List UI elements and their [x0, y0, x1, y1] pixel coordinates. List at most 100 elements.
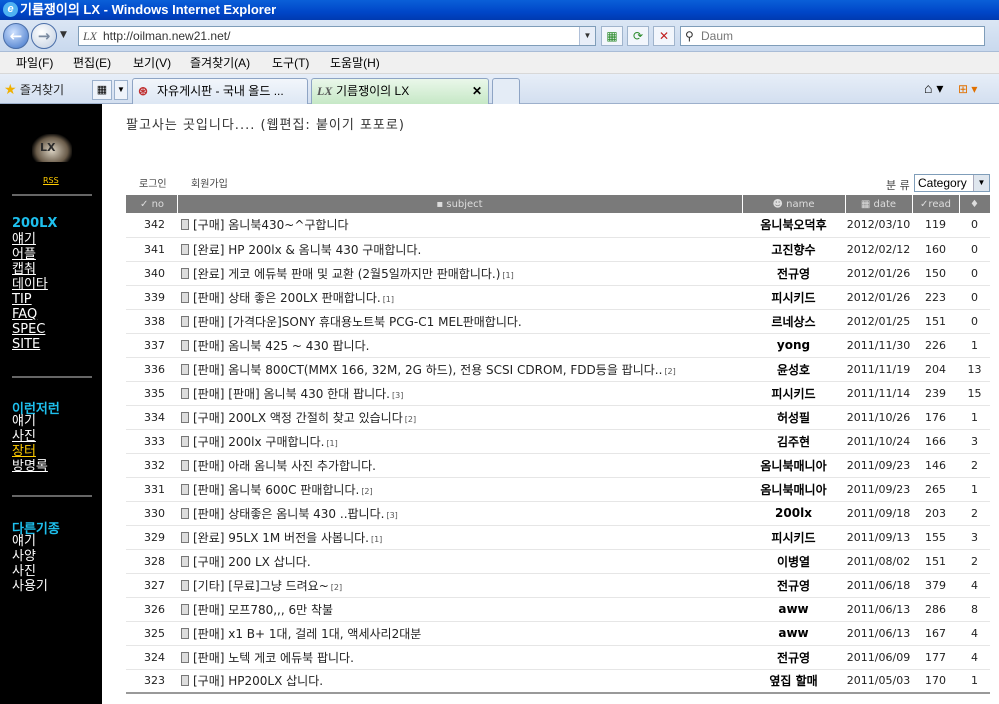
post-author[interactable]: 피시키드	[742, 525, 845, 550]
post-subject-link[interactable]: [구매] HP200LX 삽니다.	[193, 674, 323, 688]
category-select[interactable]: Category ▼	[914, 174, 990, 192]
menu-help[interactable]: 도움말(H)	[330, 52, 380, 74]
post-subject-link[interactable]: [판매] 옴니북 600C 판매합니다.	[193, 483, 359, 497]
tab-free-board[interactable]: ⊛ 자유게시판 - 국내 올드 ...	[132, 78, 308, 104]
post-author[interactable]: 전규영	[742, 573, 845, 598]
column-header-vote[interactable]: ♦	[959, 195, 991, 213]
sidebar-item-talk[interactable]: 얘기	[12, 534, 36, 549]
post-subject-link[interactable]: [구매] 옴니북430~^구합니다	[193, 218, 349, 232]
post-subject-link[interactable]: [구매] 200lx 구매합니다.	[193, 435, 324, 449]
post-author[interactable]: 김주현	[742, 429, 845, 454]
post-read-count: 160	[912, 237, 959, 262]
recent-pages-dropdown-icon[interactable]: ▼	[60, 30, 67, 40]
stop-icon[interactable]: ✕	[653, 26, 675, 46]
post-subject-link[interactable]: [판매] 모프780,,, 6만 착불	[193, 603, 333, 617]
search-input[interactable]: ⚲ Daum	[680, 26, 985, 46]
menu-favorites[interactable]: 즐겨찾기(A)	[190, 52, 250, 74]
sidebar-item-capture[interactable]: 캡춰	[12, 262, 36, 277]
address-dropdown-icon[interactable]: ▼	[579, 27, 595, 45]
sidebar-item-data[interactable]: 데이타	[12, 277, 48, 292]
back-button[interactable]: ←	[3, 23, 29, 49]
post-subject-link[interactable]: [구매] 200LX 액정 간절히 찾고 있습니다	[193, 411, 403, 425]
compatibility-view-icon[interactable]: ▦	[601, 26, 623, 46]
sidebar-item-site[interactable]: SITE	[12, 337, 40, 352]
sidebar-item-photo[interactable]: 사진	[12, 429, 36, 444]
post-subject-link[interactable]: [판매] 아래 옴니북 사진 추가합니다.	[193, 459, 376, 473]
post-read-count: 223	[912, 285, 959, 310]
address-input[interactable]: LX http://oilman.new21.net/ ▼	[78, 26, 596, 46]
column-header-no[interactable]: ✓ no	[126, 195, 178, 213]
tab-oilman-lx[interactable]: LX 기름쟁이의 LX ✕	[311, 78, 489, 104]
tab-list-dropdown-icon[interactable]: ▼	[114, 80, 128, 100]
post-subject-link[interactable]: [판매] 옴니북 425 ~ 430 팝니다.	[193, 339, 369, 353]
post-author[interactable]: 이병열	[742, 549, 845, 574]
rss-feed-icon[interactable]: ⊞ ▾	[958, 82, 977, 96]
refresh-icon[interactable]: ⟳	[627, 26, 649, 46]
post-subject-link[interactable]: [판매] x1 B+ 1대, 걸레 1대, 액세사리2대분	[193, 627, 421, 641]
chevron-down-icon[interactable]: ▼	[973, 175, 989, 191]
post-author[interactable]: 피시키드	[742, 285, 845, 310]
sidebar-item-market[interactable]: 장터	[12, 444, 36, 459]
post-author[interactable]: 윤성호	[742, 357, 845, 382]
close-tab-icon[interactable]: ✕	[472, 79, 482, 103]
post-subject-link[interactable]: [판매] [가격다운]SONY 휴대용노트북 PCG-C1 MEL판매합니다.	[193, 315, 522, 329]
sidebar-item-talk[interactable]: 얘기	[12, 414, 36, 429]
post-author[interactable]: aww	[742, 597, 845, 622]
menu-edit[interactable]: 편집(E)	[73, 52, 111, 74]
post-subject-link[interactable]: [판매] 옴니북 800CT(MMX 166, 32M, 2G 하드), 전용 …	[193, 363, 662, 377]
category-label: 분 류	[886, 179, 910, 192]
post-author[interactable]: 허성필	[742, 405, 845, 430]
home-icon[interactable]: ⌂ ▾	[924, 80, 943, 97]
post-author[interactable]: 200lx	[742, 501, 845, 526]
post-author[interactable]: 옆집 할매	[742, 669, 845, 694]
sidebar-item-apps[interactable]: 어플	[12, 247, 36, 262]
site-logo[interactable]: LX	[32, 134, 72, 162]
post-subject-link[interactable]: [판매] [판매] 옴니북 430 한대 팝니다.	[193, 387, 390, 401]
post-subject-link[interactable]: [완료] 게코 에듀북 판매 및 교환 (2월5일까지만 판매합니다.)	[193, 267, 500, 281]
column-header-subject[interactable]: ▪ subject	[177, 195, 743, 213]
login-link[interactable]: 로그인	[139, 175, 167, 190]
post-author[interactable]: aww	[742, 621, 845, 646]
column-header-read[interactable]: ✓read	[912, 195, 960, 213]
post-author[interactable]: 전규영	[742, 645, 845, 670]
sidebar-item-reviews[interactable]: 사용기	[12, 579, 48, 594]
post-subject-link[interactable]: [판매] 상태 좋은 200LX 판매합니다.	[193, 291, 381, 305]
sidebar-item-talk[interactable]: 얘기	[12, 232, 36, 247]
post-subject-link[interactable]: [판매] 상태좋은 옴니북 430 ..팝니다.	[193, 507, 384, 521]
menu-view[interactable]: 보기(V)	[133, 52, 171, 74]
post-author[interactable]: 옴니북매니아	[742, 453, 845, 478]
sidebar-item-specs[interactable]: 사양	[12, 549, 36, 564]
sidebar-item-tip[interactable]: TIP	[12, 292, 32, 307]
post-author[interactable]: 옴니북매니아	[742, 477, 845, 502]
quick-tabs-icon[interactable]: ▦	[92, 80, 112, 100]
table-row: 338 [판매] [가격다운]SONY 휴대용노트북 PCG-C1 MEL판매합니…	[126, 309, 990, 334]
post-number: 324	[126, 645, 177, 670]
new-tab-button[interactable]	[492, 78, 520, 104]
post-author[interactable]: yong	[742, 333, 845, 358]
column-header-date[interactable]: ▦ date	[845, 195, 913, 213]
post-subject-link[interactable]: [구매] 200 LX 삽니다.	[193, 555, 311, 569]
sidebar-group-200lx[interactable]: 200LX	[12, 216, 57, 231]
post-subject-link[interactable]: [완료] HP 200lx & 옴니북 430 구매합니다.	[193, 243, 421, 257]
menu-file[interactable]: 파일(F)	[16, 52, 53, 74]
column-header-name[interactable]: ☻ name	[742, 195, 846, 213]
post-subject-link[interactable]: [기타] [무료]그냥 드려요~	[193, 579, 329, 593]
post-number: 336	[126, 357, 177, 382]
signup-link[interactable]: 회원가입	[191, 175, 228, 190]
post-author[interactable]: 옴니북오덕후	[742, 213, 845, 238]
sidebar-item-spec[interactable]: SPEC	[12, 322, 45, 337]
post-author[interactable]: 피시키드	[742, 381, 845, 406]
post-subject-cell: [구매] 200lx 구매합니다. [1]	[177, 429, 742, 454]
sidebar-item-faq[interactable]: FAQ	[12, 307, 37, 322]
post-subject-link[interactable]: [완료] 95LX 1M 버전을 사봅니다.	[193, 531, 369, 545]
post-author[interactable]: 르네상스	[742, 309, 845, 334]
sidebar-item-photo[interactable]: 사진	[12, 564, 36, 579]
post-subject-link[interactable]: [판매] 노텍 게코 에듀북 팝니다.	[193, 651, 354, 665]
post-author[interactable]: 고진향수	[742, 237, 845, 262]
rss-link[interactable]: RSS	[43, 176, 59, 185]
post-author[interactable]: 전규영	[742, 261, 845, 286]
menu-tools[interactable]: 도구(T)	[272, 52, 309, 74]
favorites-button[interactable]: ★ 즐겨찾기	[4, 81, 64, 98]
sidebar-item-guestbook[interactable]: 방명록	[12, 459, 48, 474]
forward-button[interactable]: →	[31, 23, 57, 49]
